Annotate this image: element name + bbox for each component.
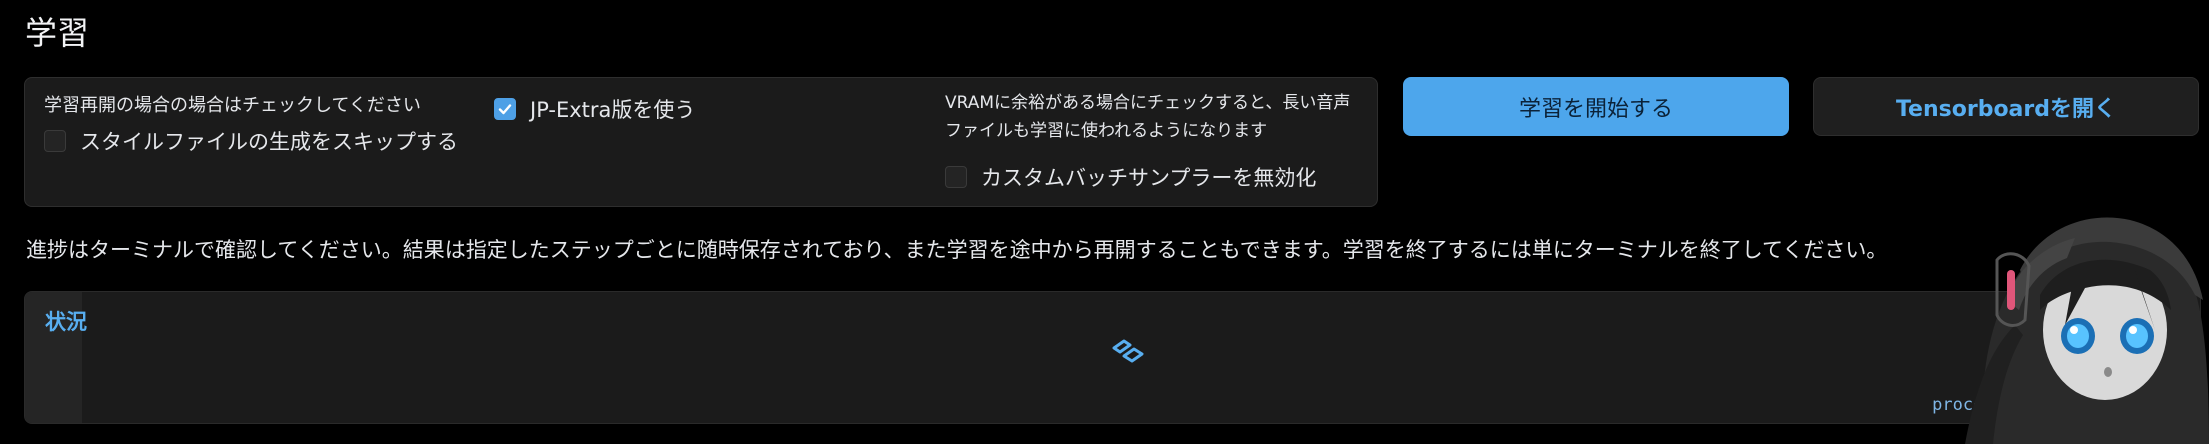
skip-style-label: スタイルファイルの生成をスキップする xyxy=(80,130,458,154)
training-page: 学習 学習再開の場合の場合はチェックしてください スタイルファイルの生成をスキッ… xyxy=(0,0,2209,444)
page-title: 学習 xyxy=(25,14,90,52)
loading-spinner-icon xyxy=(1112,339,1144,363)
jp-extra-checkbox[interactable] xyxy=(494,98,516,120)
jp-extra-option[interactable]: JP-Extra版を使う xyxy=(494,94,695,124)
skip-style-option[interactable]: スタイルファイルの生成をスキップする xyxy=(44,126,458,156)
status-label: 状況 xyxy=(45,310,87,334)
disable-batch-sampler-option[interactable]: カスタムバッチサンプラーを無効化 xyxy=(945,162,1316,192)
start-training-button[interactable]: 学習を開始する xyxy=(1403,77,1789,136)
training-options-panel: 学習再開の場合の場合はチェックしてください スタイルファイルの生成をスキップする… xyxy=(24,77,1378,207)
skip-style-checkbox[interactable] xyxy=(44,130,66,152)
disable-batch-sampler-label: カスタムバッチサンプラーを無効化 xyxy=(981,166,1317,190)
checkmark-icon xyxy=(498,104,512,115)
vram-info-text: VRAMに余裕がある場合にチェックすると、長い音声ファイルも学習に使われるように… xyxy=(945,93,1351,141)
resume-hint-label: 学習再開の場合の場合はチェックしてください xyxy=(44,95,421,116)
status-output-box: 状況 processing | 41.2/1622.3s xyxy=(24,291,2201,424)
progress-notice-text: 進捗はターミナルで確認してください。結果は指定したステップごとに随時保存されてお… xyxy=(26,238,1888,262)
disable-batch-sampler-checkbox[interactable] xyxy=(945,166,967,188)
jp-extra-label: JP-Extra版を使う xyxy=(530,98,696,122)
mascot-character-image xyxy=(1965,217,2209,444)
